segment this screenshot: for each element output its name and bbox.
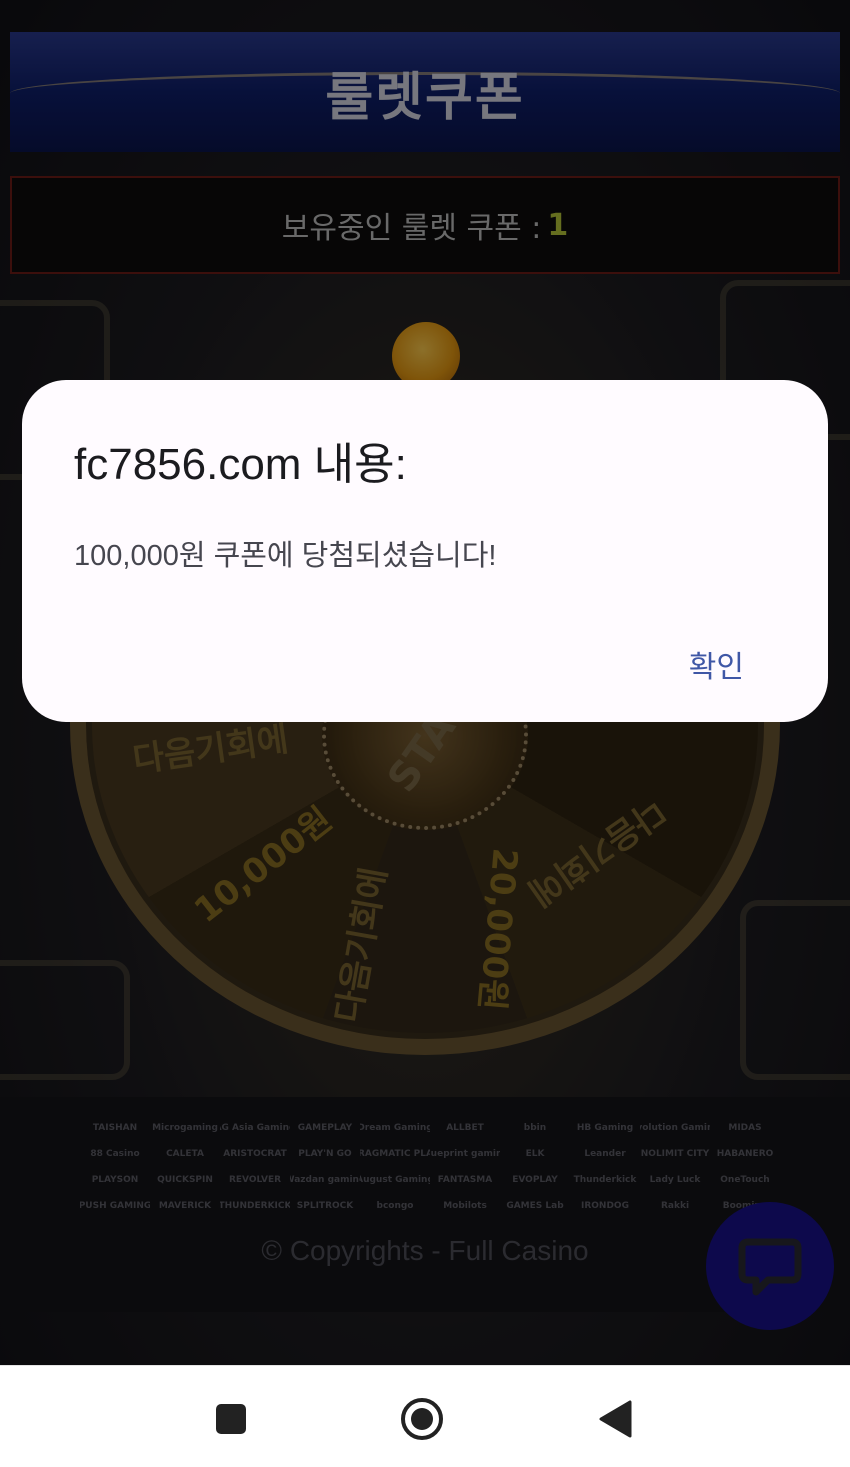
circle-home-icon: [401, 1398, 443, 1440]
android-navigation-bar: [0, 1365, 850, 1467]
dialog-title: fc7856.com 내용:: [74, 440, 407, 489]
alert-dialog: fc7856.com 내용: 100,000원 쿠폰에 당첨되셨습니다! 확인: [22, 380, 828, 722]
square-icon: [216, 1404, 246, 1434]
nav-home-button[interactable]: [399, 1396, 445, 1442]
dialog-ok-button[interactable]: 확인: [689, 642, 744, 686]
nav-recents-button[interactable]: [208, 1396, 254, 1442]
nav-back-button[interactable]: [592, 1396, 638, 1442]
dialog-message: 100,000원 쿠폰에 당첨되셨습니다!: [74, 540, 497, 572]
triangle-back-icon: [599, 1400, 632, 1438]
